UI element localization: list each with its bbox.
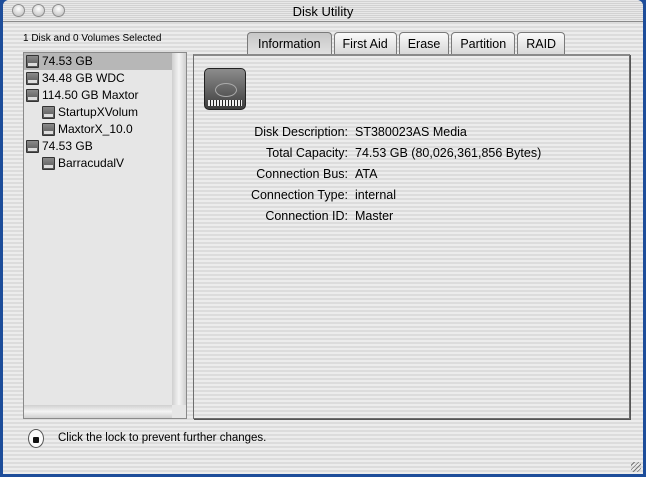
list-item[interactable]: 74.53 GB <box>24 138 172 155</box>
info-value: Master <box>355 209 394 223</box>
info-label: Total Capacity: <box>266 146 348 160</box>
disk-icon <box>26 140 39 153</box>
item-label: 114.50 GB Maxtor <box>42 88 139 102</box>
list-item[interactable]: 114.50 GB Maxtor <box>24 87 172 104</box>
info-row: Total Capacity: 74.53 GB (80,026,361,856 … <box>194 143 629 164</box>
info-value: ST380023AS Media <box>355 125 467 139</box>
selection-label: 1 Disk and 0 Volumes Selected <box>23 33 162 44</box>
info-label: Connection Type: <box>250 188 348 202</box>
list-item[interactable]: 74.53 GB <box>24 53 172 70</box>
item-label: StartupXVolum <box>58 105 139 119</box>
volume-icon <box>42 157 55 170</box>
window-title: Disk Utility <box>292 4 354 19</box>
disk-icon <box>26 89 39 102</box>
disk-icon <box>26 72 39 85</box>
info-label: Connection ID: <box>265 209 348 223</box>
tab-bar: Information First Aid Erase Partition RA… <box>247 32 566 54</box>
hard-disk-icon <box>204 68 246 110</box>
item-label: 34.48 GB WDC <box>42 71 125 85</box>
disk-icon <box>26 55 39 68</box>
info-row: Disk Description: ST380023AS Media <box>194 122 629 143</box>
volume-icon <box>42 123 55 136</box>
info-label: Disk Description: <box>254 125 348 139</box>
disk-info: Disk Description: ST380023AS Media Total … <box>194 122 629 227</box>
list-item[interactable]: 34.48 GB WDC <box>24 70 172 87</box>
info-row: Connection ID: Master <box>194 206 629 227</box>
information-panel: Disk Description: ST380023AS Media Total … <box>193 54 630 419</box>
list-item[interactable]: BarracudalV <box>24 155 172 172</box>
resize-grip[interactable] <box>631 462 641 472</box>
info-row: Connection Bus: ATA <box>194 164 629 185</box>
list-item[interactable]: MaxtorX_10.0 <box>24 121 172 138</box>
vertical-scrollbar[interactable] <box>172 53 186 405</box>
disk-utility-window: Disk Utility 1 Disk and 0 Volumes Select… <box>3 0 643 474</box>
lock-icon[interactable] <box>28 429 44 448</box>
tab-first-aid[interactable]: First Aid <box>333 32 397 54</box>
item-label: MaxtorX_10.0 <box>58 122 133 136</box>
list-item[interactable]: StartupXVolum <box>24 104 172 121</box>
disk-list: 74.53 GB 34.48 GB WDC 114.50 GB Maxtor S… <box>23 52 187 419</box>
info-value: ATA <box>355 167 378 181</box>
info-value: 74.53 GB (80,026,361,856 Bytes) <box>355 146 542 160</box>
item-label: BarracudalV <box>58 156 125 170</box>
horizontal-scrollbar[interactable] <box>24 405 172 418</box>
volume-icon <box>42 106 55 119</box>
lock-message: Click the lock to prevent further change… <box>58 432 267 444</box>
tab-erase[interactable]: Erase <box>398 32 450 54</box>
info-row: Connection Type: internal <box>194 185 629 206</box>
item-label: 74.53 GB <box>42 139 93 153</box>
info-label: Connection Bus: <box>256 167 348 181</box>
tab-information[interactable]: Information <box>247 32 332 54</box>
item-label: 74.53 GB <box>42 54 93 68</box>
tab-raid[interactable]: RAID <box>517 32 566 54</box>
tab-partition[interactable]: Partition <box>451 32 516 54</box>
title-bar[interactable]: Disk Utility <box>3 0 643 22</box>
info-value: internal <box>355 188 396 202</box>
